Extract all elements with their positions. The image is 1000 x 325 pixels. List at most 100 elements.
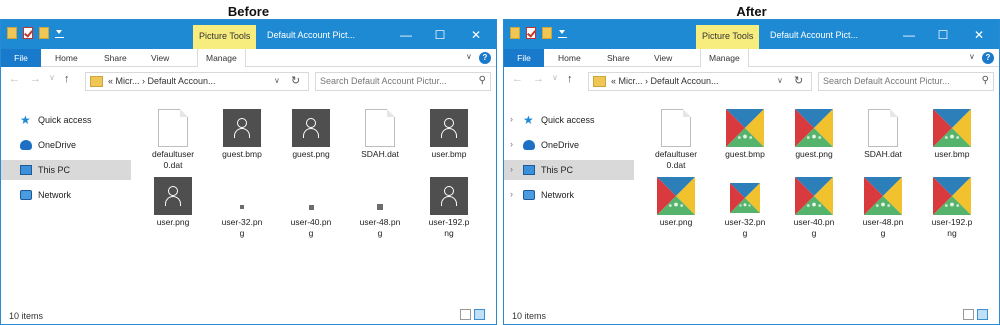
address-bar[interactable]: « Micr... › Default Accoun... ∨ ↻ (588, 72, 812, 91)
user-avatar-icon (430, 109, 468, 147)
sidebar-item-this-pc[interactable]: › This PC (504, 160, 634, 180)
sidebar-item-network[interactable]: › Network (504, 185, 634, 205)
large-icons-view-icon[interactable] (977, 309, 988, 320)
back-button[interactable]: ← (9, 73, 20, 85)
navigation-pane: › ★ Quick access › OneDrive › This PC › Network (504, 110, 634, 210)
properties-icon[interactable] (23, 27, 33, 39)
account-picture-icon (864, 177, 902, 215)
file-name: user-32.pn g (713, 217, 777, 239)
account-picture-icon (795, 109, 833, 147)
file-name-line: guest.png (795, 149, 833, 159)
address-path: « Micr... › Default Accoun... (611, 76, 719, 86)
file-name: guest.bmp (210, 149, 274, 160)
file-item[interactable]: user-48.pn g (348, 173, 412, 253)
address-dropdown-icon[interactable]: ∨ (777, 76, 783, 85)
tab-view[interactable]: View (151, 49, 169, 67)
details-view-icon[interactable] (963, 309, 974, 320)
file-item[interactable]: user-48.pn g (851, 173, 915, 253)
properties-icon[interactable] (526, 27, 536, 39)
search-input[interactable]: Search Default Account Pictur... ⚲ (315, 72, 491, 91)
file-name-line: g (377, 228, 383, 238)
tab-file[interactable]: File (1, 49, 41, 67)
minimize-button[interactable]: — (892, 20, 926, 49)
sidebar-item-label: OneDrive (541, 140, 580, 150)
recent-locations-button[interactable]: ∨ (552, 73, 558, 82)
navigation-pane: ★ Quick access OneDrive This PC Network (1, 110, 131, 210)
file-item[interactable]: user.png (141, 173, 205, 253)
refresh-icon[interactable]: ↻ (794, 74, 803, 87)
help-icon[interactable]: ? (479, 52, 491, 64)
tab-home[interactable]: Home (558, 49, 581, 67)
tab-share[interactable]: Share (104, 49, 127, 67)
sidebar-item-onedrive[interactable]: OneDrive (1, 135, 131, 155)
document-icon (868, 109, 898, 147)
sidebar-item-this-pc[interactable]: This PC (1, 160, 131, 180)
search-input[interactable]: Search Default Account Pictur... ⚲ (818, 72, 994, 91)
details-view-icon[interactable] (460, 309, 471, 320)
back-button[interactable]: ← (512, 73, 523, 85)
large-icons-view-icon[interactable] (474, 309, 485, 320)
small-image-icon (240, 205, 244, 209)
customize-toolbar-icon[interactable] (558, 29, 567, 38)
file-item[interactable]: user-40.pn g (279, 173, 343, 253)
file-name: user.png (644, 217, 708, 228)
sidebar-item-label: Network (541, 190, 575, 200)
file-item[interactable]: user-32.pn g (210, 173, 274, 253)
account-picture-icon (730, 183, 760, 213)
file-name-line: defaultuser (151, 149, 195, 159)
file-item[interactable]: user-192.p ng (417, 173, 481, 253)
new-folder-icon[interactable] (542, 27, 552, 39)
new-folder-icon[interactable] (39, 27, 49, 39)
expand-chevron-icon[interactable]: › (510, 139, 513, 149)
customize-toolbar-icon[interactable] (55, 29, 64, 38)
search-placeholder: Search Default Account Pictur... (320, 76, 447, 86)
maximize-button[interactable]: ☐ (423, 20, 457, 49)
expand-chevron-icon[interactable]: › (510, 114, 513, 124)
file-name-line: g (880, 228, 886, 238)
folder-icon[interactable] (7, 27, 17, 39)
folder-icon[interactable] (510, 27, 520, 39)
title-bar: Picture Tools Default Account Pict... — ☐ ✕ (504, 20, 999, 49)
file-item[interactable]: user-32.pn g (713, 173, 777, 253)
file-item[interactable]: user-192.p ng (920, 173, 984, 253)
tab-view[interactable]: View (654, 49, 672, 67)
file-name-line: g (742, 228, 748, 238)
sidebar-item-label: OneDrive (38, 140, 77, 150)
close-button[interactable]: ✕ (962, 20, 996, 49)
close-button[interactable]: ✕ (459, 20, 493, 49)
minimize-button[interactable]: — (389, 20, 423, 49)
sidebar-item-quick-access[interactable]: › ★ Quick access (504, 110, 634, 130)
expand-ribbon-icon[interactable]: ∨ (466, 52, 472, 61)
account-picture-icon (726, 109, 764, 147)
file-name-line: guest.png (292, 149, 330, 159)
maximize-button[interactable]: ☐ (926, 20, 960, 49)
file-item[interactable]: user.png (644, 173, 708, 253)
search-icon[interactable]: ⚲ (982, 75, 989, 86)
status-item-count: 10 items (9, 311, 44, 321)
up-button[interactable]: ↑ (64, 73, 70, 85)
forward-button[interactable]: → (533, 73, 544, 85)
expand-ribbon-icon[interactable]: ∨ (969, 52, 975, 61)
recent-locations-button[interactable]: ∨ (49, 73, 55, 82)
tab-file[interactable]: File (504, 49, 544, 67)
sidebar-item-quick-access[interactable]: ★ Quick access (1, 110, 131, 130)
address-bar[interactable]: « Micr... › Default Accoun... ∨ ↻ (85, 72, 309, 91)
forward-button[interactable]: → (30, 73, 41, 85)
file-item[interactable]: user-40.pn g (782, 173, 846, 253)
view-switcher (963, 309, 988, 320)
folder-icon (90, 76, 103, 87)
tab-share[interactable]: Share (607, 49, 630, 67)
tab-home[interactable]: Home (55, 49, 78, 67)
sidebar-item-network[interactable]: Network (1, 185, 131, 205)
file-name: guest.bmp (713, 149, 777, 160)
up-button[interactable]: ↑ (567, 73, 573, 85)
search-icon[interactable]: ⚲ (479, 75, 486, 86)
address-dropdown-icon[interactable]: ∨ (274, 76, 280, 85)
expand-chevron-icon[interactable]: › (510, 189, 513, 199)
tab-manage[interactable]: Manage (197, 49, 246, 67)
sidebar-item-onedrive[interactable]: › OneDrive (504, 135, 634, 155)
tab-manage[interactable]: Manage (700, 49, 749, 67)
expand-chevron-icon[interactable]: › (510, 164, 513, 174)
help-icon[interactable]: ? (982, 52, 994, 64)
refresh-icon[interactable]: ↻ (291, 74, 300, 87)
